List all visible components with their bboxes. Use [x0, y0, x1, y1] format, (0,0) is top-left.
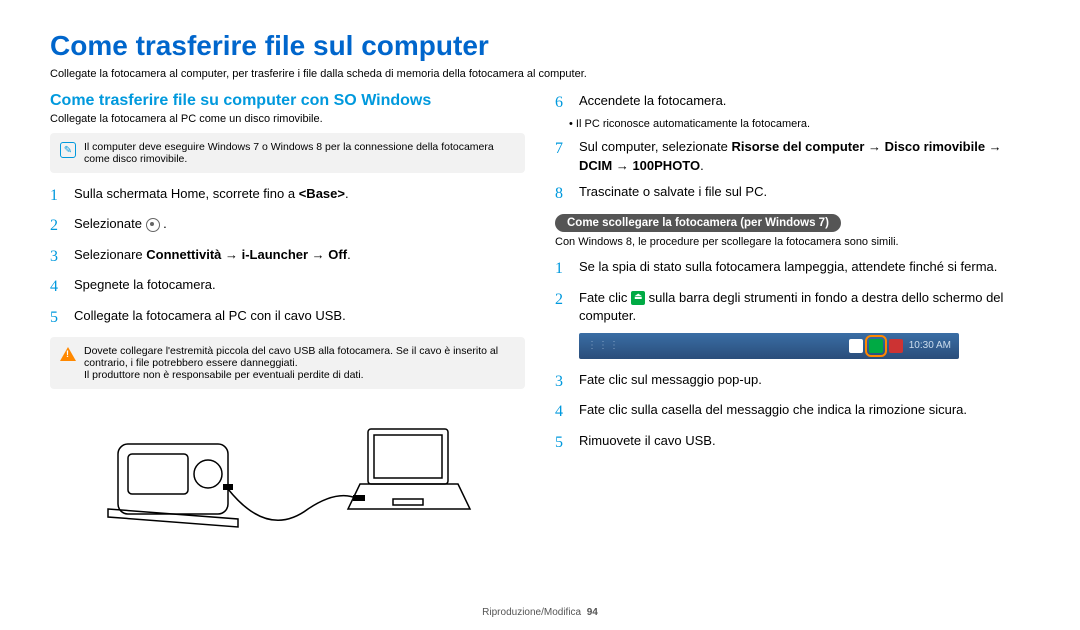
- step-row: 7 Sul computer, selezionate Risorse del c…: [555, 138, 1030, 174]
- step-row: 2 Selezionate .: [50, 215, 525, 237]
- step-subtext: Il PC riconosce automaticamente la fotoc…: [569, 118, 1030, 130]
- right-steps-top: 6 Accendete la fotocamera. Il PC riconosce…: [555, 92, 1030, 205]
- warning-text: Dovete collegare l'estremità piccola del…: [84, 345, 515, 381]
- step-row: 3 Selezionare Connettività → i-Launcher →…: [50, 246, 525, 268]
- step-text: Spegnete la fotocamera.: [74, 276, 525, 298]
- select-circle-icon: [146, 218, 160, 232]
- taskbar-clock: 10:30 AM: [909, 340, 951, 351]
- step-number: 4: [50, 276, 64, 298]
- step-row: 3 Fate clic sul messaggio pop-up.: [555, 371, 1030, 393]
- step-row: 8 Trascinate o salvate i file sul PC.: [555, 183, 1030, 205]
- note-box: ✎ Il computer deve eseguire Windows 7 o …: [50, 133, 525, 173]
- page-footer: Riproduzione/Modifica 94: [0, 607, 1080, 618]
- left-steps-list: 1 Sulla schermata Home, scorrete fino a <…: [50, 185, 525, 329]
- step-row: 1 Sulla schermata Home, scorrete fino a <…: [50, 185, 525, 207]
- step-row: 4 Spegnete la fotocamera.: [50, 276, 525, 298]
- step-text: Trascinate o salvate i file sul PC.: [579, 183, 1030, 205]
- footer-page-number: 94: [587, 607, 598, 618]
- step-number: 5: [555, 432, 569, 454]
- step-row: 4 Fate clic sulla casella del messaggio c…: [555, 401, 1030, 423]
- step-row: 5 Collegate la fotocamera al PC con il ca…: [50, 307, 525, 329]
- step-number: 1: [50, 185, 64, 207]
- step-text: Collegate la fotocamera al PC con il cav…: [74, 307, 525, 329]
- step-text: Rimuovete il cavo USB.: [579, 432, 1030, 454]
- step-number: 2: [50, 215, 64, 237]
- step-text: Fate clic sulla casella del messaggio ch…: [579, 401, 1030, 423]
- warning-icon: [60, 347, 76, 361]
- step-number: 1: [555, 258, 569, 280]
- taskbar-grip-icon: ⋮⋮⋮: [587, 340, 620, 351]
- step-row: 2 Fate clic sulla barra degli strumenti i…: [555, 289, 1030, 325]
- step-number: 6: [555, 92, 569, 114]
- taskbar-safely-remove-icon: [869, 339, 883, 353]
- right-column: 6 Accendete la fotocamera. Il PC riconosce…: [555, 92, 1030, 544]
- step-number: 4: [555, 401, 569, 423]
- step-text: Fate clic sulla barra degli strumenti in…: [579, 289, 1030, 325]
- taskbar-flag-icon: [849, 339, 863, 353]
- left-column: Come trasferire file su computer con SO …: [50, 92, 525, 544]
- note-icon: ✎: [60, 142, 76, 158]
- footer-section: Riproduzione/Modifica: [482, 607, 581, 618]
- safely-remove-icon: [631, 291, 645, 305]
- step-row: 6 Accendete la fotocamera.: [555, 92, 1030, 114]
- step-number: 3: [50, 246, 64, 268]
- step-row: 1 Se la spia di stato sulla fotocamera la…: [555, 258, 1030, 280]
- step-number: 7: [555, 138, 569, 174]
- page-title: Come trasferire file sul computer: [50, 30, 1030, 62]
- step-text: Sulla schermata Home, scorrete fino a <B…: [74, 185, 525, 207]
- warning-box: Dovete collegare l'estremità piccola del…: [50, 337, 525, 389]
- step-text: Sul computer, selezionate Risorse del co…: [579, 138, 1030, 174]
- two-column-layout: Come trasferire file su computer con SO …: [50, 92, 1030, 544]
- step-text: Fate clic sul messaggio pop-up.: [579, 371, 1030, 393]
- note-text: Il computer deve eseguire Windows 7 o Wi…: [84, 141, 515, 165]
- step-number: 3: [555, 371, 569, 393]
- disconnect-subtext: Con Windows 8, le procedure per scollega…: [555, 236, 1030, 248]
- step-text: Accendete la fotocamera.: [579, 92, 1030, 114]
- disconnect-heading-pill: Come scollegare la fotocamera (per Windo…: [555, 214, 841, 232]
- step-number: 5: [50, 307, 64, 329]
- camera-usb-laptop-svg: [98, 409, 478, 539]
- step-text: Selezionare Connettività → i-Launcher → …: [74, 246, 525, 268]
- step-text: Selezionate .: [74, 215, 525, 237]
- illustration-camera-laptop: [50, 409, 525, 544]
- step-number: 2: [555, 289, 569, 325]
- step-row: 5 Rimuovete il cavo USB.: [555, 432, 1030, 454]
- section-heading-windows: Come trasferire file su computer con SO …: [50, 92, 525, 110]
- section-subtext: Collegate la fotocamera al PC come un di…: [50, 113, 525, 125]
- step-number: 8: [555, 183, 569, 205]
- right-steps-bottom: 1 Se la spia di stato sulla fotocamera la…: [555, 258, 1030, 454]
- page-intro: Collegate la fotocamera al computer, per…: [50, 68, 1030, 80]
- taskbar-screenshot: ⋮⋮⋮ 10:30 AM: [579, 333, 959, 359]
- taskbar-tray-icon: [889, 339, 903, 353]
- step-text: Se la spia di stato sulla fotocamera lam…: [579, 258, 1030, 280]
